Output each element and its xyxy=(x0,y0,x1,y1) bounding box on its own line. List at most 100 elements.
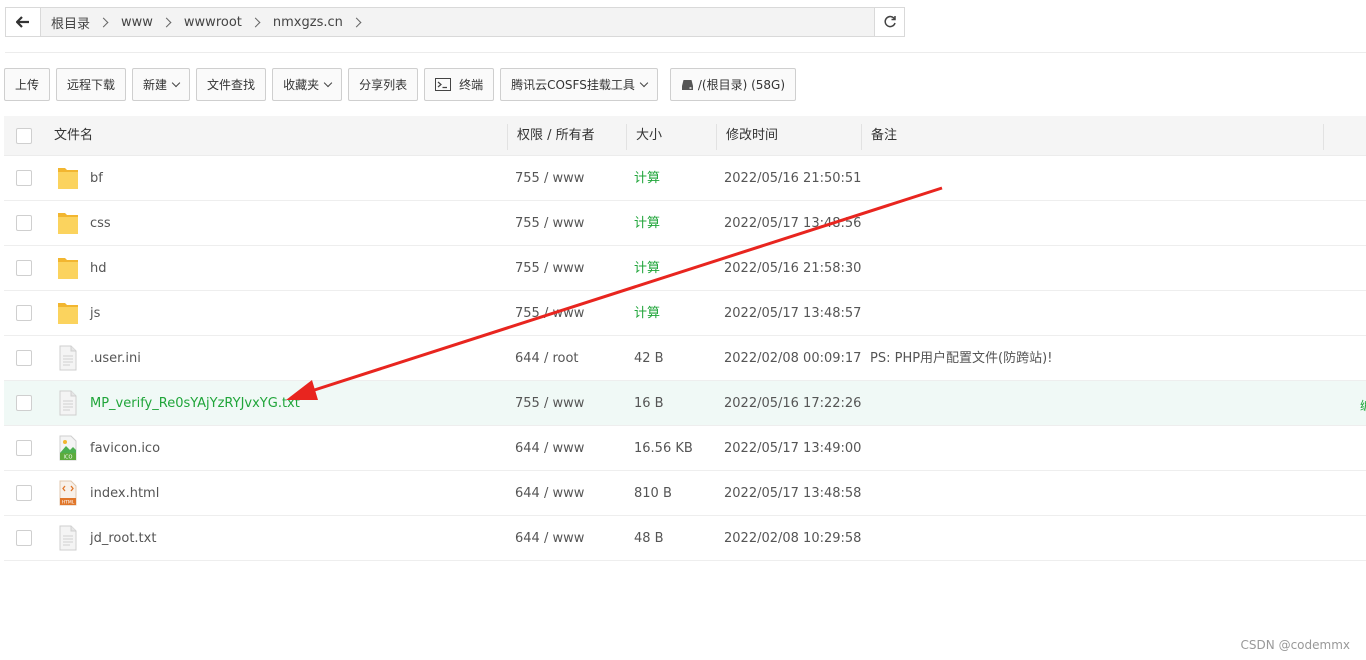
file-permission[interactable]: 755 / www xyxy=(515,291,584,336)
upload-button[interactable]: 上传 xyxy=(4,68,51,101)
disk-button[interactable]: /(根目录) (58G) xyxy=(669,68,797,101)
file-size[interactable]: 计算 xyxy=(634,201,660,246)
cosfs-button-label: 腾讯云COSFS挂载工具 xyxy=(511,78,635,92)
file-size: 16 B xyxy=(634,396,664,411)
back-button[interactable] xyxy=(6,8,41,36)
table-row[interactable]: ICO favicon.ico 644 / www 16.56 KB 2022/05/1… xyxy=(4,426,1366,471)
row-checkbox[interactable] xyxy=(16,170,32,186)
file-size[interactable]: 计算 xyxy=(634,291,660,336)
file-name[interactable]: bf xyxy=(90,156,103,201)
file-permission[interactable]: 644 / root xyxy=(515,336,579,381)
column-separator xyxy=(1323,124,1324,150)
breadcrumb-www[interactable]: www xyxy=(117,15,157,30)
file-name[interactable]: .user.ini xyxy=(90,336,141,381)
remote-download-button[interactable]: 远程下载 xyxy=(56,68,127,101)
column-separator xyxy=(861,124,862,150)
file-permission[interactable]: 755 / www xyxy=(515,201,584,246)
file-search-button[interactable]: 文件查找 xyxy=(196,68,267,101)
new-button[interactable]: 新建 xyxy=(132,68,191,101)
breadcrumb: 根目录 www wwwroot nmxgzs.cn xyxy=(41,8,874,36)
table-row[interactable]: jd_root.txt 644 / www 48 B 2022/02/08 10:29… xyxy=(4,516,1366,561)
file-size[interactable]: 计算 xyxy=(634,246,660,291)
row-checkbox[interactable] xyxy=(16,215,32,231)
table-row[interactable]: HTML index.html 644 / www 810 B 2022/05/17 1… xyxy=(4,471,1366,516)
file-mtime: 2022/05/17 13:48:57 xyxy=(724,306,862,321)
file-name[interactable]: favicon.ico xyxy=(90,426,160,471)
file-icon xyxy=(56,345,80,371)
file-mtime: 2022/02/08 10:29:58 xyxy=(724,531,862,546)
row-checkbox[interactable] xyxy=(16,440,32,456)
terminal-icon xyxy=(435,78,452,91)
row-checkbox[interactable] xyxy=(16,530,32,546)
arrow-left-icon xyxy=(16,16,29,28)
select-all-checkbox[interactable] xyxy=(16,128,32,144)
table-row[interactable]: css 755 / www 计算 2022/05/17 13:48:56 xyxy=(4,201,1366,246)
toolbar: 上传 远程下载 新建 文件查找 收藏夹 分享列表 终端 腾讯云COSFS挂载工具… xyxy=(4,68,802,101)
row-checkbox[interactable] xyxy=(16,350,32,366)
row-action-partial[interactable]: 编 xyxy=(1360,397,1366,414)
folder-icon xyxy=(56,300,80,326)
share-list-button[interactable]: 分享列表 xyxy=(348,68,419,101)
column-name[interactable]: 文件名 xyxy=(54,116,93,156)
row-checkbox[interactable] xyxy=(16,485,32,501)
cosfs-button[interactable]: 腾讯云COSFS挂载工具 xyxy=(500,68,658,101)
file-size[interactable]: 计算 xyxy=(634,156,660,201)
terminal-button-label: 终端 xyxy=(459,78,484,92)
file-permission[interactable]: 644 / www xyxy=(515,516,584,561)
table-body: bf 755 / www 计算 2022/05/16 21:50:51 css 755 /… xyxy=(4,156,1366,561)
table-row[interactable]: .user.ini 644 / root 42 B 2022/02/08 00:09:… xyxy=(4,336,1366,381)
file-name[interactable]: jd_root.txt xyxy=(90,516,156,561)
refresh-button[interactable] xyxy=(874,8,904,36)
file-size: 16.56 KB xyxy=(634,441,693,456)
chevron-right-icon xyxy=(250,17,261,27)
file-name[interactable]: js xyxy=(90,291,100,336)
file-icon-badge: HTML xyxy=(62,500,75,506)
row-checkbox[interactable] xyxy=(16,260,32,276)
table-row[interactable]: js 755 / www 计算 2022/05/17 13:48:57 xyxy=(4,291,1366,336)
table-row[interactable]: bf 755 / www 计算 2022/05/16 21:50:51 xyxy=(4,156,1366,201)
folder-icon xyxy=(56,210,80,236)
favorites-button[interactable]: 收藏夹 xyxy=(272,68,343,101)
row-checkbox[interactable] xyxy=(16,395,32,411)
refresh-icon xyxy=(883,15,896,28)
file-permission[interactable]: 644 / www xyxy=(515,471,584,516)
row-checkbox[interactable] xyxy=(16,305,32,321)
file-mtime: 2022/05/16 17:22:26 xyxy=(724,396,862,411)
file-permission[interactable]: 644 / www xyxy=(515,426,584,471)
folder-icon xyxy=(56,165,80,191)
new-button-label: 新建 xyxy=(143,78,168,92)
disk-icon xyxy=(681,79,694,91)
column-note: 备注 xyxy=(871,128,898,143)
column-separator xyxy=(507,124,508,150)
column-perm[interactable]: 权限 / 所有者 xyxy=(517,116,595,156)
file-permission[interactable]: 755 / www xyxy=(515,381,584,426)
html-file-icon: HTML xyxy=(56,480,80,506)
breadcrumb-wwwroot[interactable]: wwwroot xyxy=(180,15,246,30)
path-bar: 根目录 www wwwroot nmxgzs.cn xyxy=(5,7,905,37)
table-row[interactable]: MP_verify_Re0sYAjYzRYJvxYG.txt 755 / www 1… xyxy=(4,381,1366,426)
breadcrumb-site[interactable]: nmxgzs.cn xyxy=(269,15,347,30)
chevron-down-icon xyxy=(639,78,649,87)
file-table: 文件名 权限 / 所有者 大小 修改时间 备注 bf 755 / www 计算 202… xyxy=(4,116,1366,561)
file-note: PS: PHP用户配置文件(防跨站)! xyxy=(870,351,1053,366)
file-mtime: 2022/05/17 13:48:58 xyxy=(724,486,862,501)
file-mtime: 2022/05/16 21:58:30 xyxy=(724,261,862,276)
divider xyxy=(5,52,1366,53)
chevron-down-icon xyxy=(171,78,181,87)
file-name[interactable]: MP_verify_Re0sYAjYzRYJvxYG.txt xyxy=(90,381,300,426)
file-size: 48 B xyxy=(634,531,664,546)
chevron-right-icon xyxy=(351,17,362,27)
file-icon xyxy=(56,525,80,551)
table-row[interactable]: hd 755 / www 计算 2022/05/16 21:58:30 xyxy=(4,246,1366,291)
watermark: CSDN @codemmx xyxy=(1240,638,1350,652)
breadcrumb-root[interactable]: 根目录 xyxy=(47,13,94,32)
file-name[interactable]: css xyxy=(90,201,111,246)
file-permission[interactable]: 755 / www xyxy=(515,156,584,201)
image-file-icon: ICO xyxy=(56,435,80,461)
column-size[interactable]: 大小 xyxy=(636,116,662,156)
file-name[interactable]: index.html xyxy=(90,471,159,516)
column-mtime[interactable]: 修改时间 xyxy=(726,116,778,156)
terminal-button[interactable]: 终端 xyxy=(424,68,495,101)
file-name[interactable]: hd xyxy=(90,246,107,291)
file-permission[interactable]: 755 / www xyxy=(515,246,584,291)
